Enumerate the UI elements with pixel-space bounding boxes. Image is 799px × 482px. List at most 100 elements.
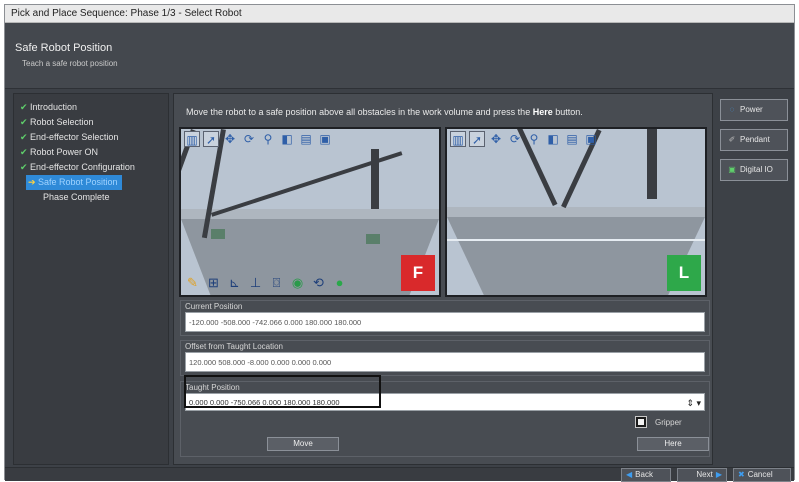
workspace-top [447,207,705,217]
digital-io-button[interactable]: ▣ Digital IO [720,159,788,181]
wizard-window: Pick and Place Sequence: Phase 1/3 - Sel… [4,4,795,482]
step-label: End-effector Selection [30,132,119,142]
check-icon: ✔ [20,102,28,112]
check-icon: ✔ [20,117,28,127]
robot-column [371,149,379,209]
pendant-icon: ✐ [728,135,736,144]
instruction-part: button. [552,107,583,117]
zoom-icon[interactable]: ⚲ [260,131,276,147]
offset-group: Offset from Taught Location 120.000 508.… [180,340,710,376]
step-end-effector-selection[interactable]: ✔ End-effector Selection [14,130,168,145]
gripper-part [366,234,380,244]
view-toolbar: ▥ ➚ ✥ ⟳ ⚲ ◧ ▤ ▣ [450,131,599,147]
check-icon: ✔ [20,132,28,142]
step-introduction[interactable]: ✔ Introduction [14,100,168,115]
back-button[interactable]: ◀ Back [621,468,671,482]
camera-icon[interactable]: ▣ [583,131,599,147]
digital-io-label: Digital IO [740,165,773,174]
pan-icon[interactable]: ✥ [488,131,504,147]
pan-icon[interactable]: ✥ [222,131,238,147]
current-position-field: -120.000 -508.000 -742.066 0.000 180.000… [185,312,705,332]
pointer-icon[interactable]: ➚ [203,131,219,147]
reference-line [447,239,705,241]
page-subtitle: Teach a safe robot position [22,59,118,68]
sphere-icon[interactable]: ● [331,274,348,291]
taught-position-label: Taught Position [185,383,240,392]
reset-icon[interactable]: ⟲ [310,274,327,291]
page-title: Safe Robot Position [15,42,113,54]
instruction-text: Move the robot to a safe position above … [186,107,583,117]
here-button[interactable]: Here [637,437,709,451]
step-label: End-effector Configuration [30,162,135,172]
spinner-dropdown-icon[interactable]: ⇕ ▾ [686,394,701,412]
camera-icon[interactable]: ▣ [317,131,333,147]
power-icon: ◌ [729,105,735,114]
cancel-label: Cancel [747,470,773,479]
check-icon: ✔ [20,147,28,157]
check-icon: ✔ [20,162,28,172]
step-robot-selection[interactable]: ✔ Robot Selection [14,115,168,130]
cancel-icon: ✖ [738,470,745,479]
layout-icon[interactable]: ▥ [450,131,466,147]
grip-icon[interactable]: ◉ [289,274,306,291]
step-label: Robot Power ON [30,147,99,157]
scene-toolbar: ✎ ⊞ ⊾ ⊥ ⌼ ◉ ⟲ ● [184,274,348,291]
step-label: Phase Complete [43,192,110,202]
io-icon: ▣ [728,165,736,174]
gripper-label: Gripper [655,417,682,427]
step-label: Introduction [30,102,78,112]
offset-label: Offset from Taught Location [185,342,283,351]
power-label: Power [740,105,763,114]
side-toolbar: ◌ Power ✐ Pendant ▣ Digital IO [717,93,791,465]
pendant-button[interactable]: ✐ Pendant [720,129,788,151]
current-position-label: Current Position [185,302,243,311]
offset-field: 120.000 508.000 -8.000 0.000 0.000 0.000 [185,352,705,372]
back-label: Back [635,470,653,479]
window-title: Pick and Place Sequence: Phase 1/3 - Sel… [5,5,794,23]
clipboard-icon[interactable]: ▤ [298,131,314,147]
measure-icon[interactable]: ⊞ [205,274,222,291]
wizard-footer: ◀ Back Next ▶ ✖ Cancel [5,467,794,482]
pointer-icon[interactable]: ➚ [469,131,485,147]
view-left-badge: L [667,255,701,291]
view-toolbar: ▥ ➚ ✥ ⟳ ⚲ ◧ ▤ ▣ [184,131,333,147]
pendant-label: Pendant [740,135,770,144]
move-button[interactable]: Move [267,437,339,451]
rotate-icon[interactable]: ⟳ [507,131,523,147]
next-label: Next [696,470,713,479]
cancel-button[interactable]: ✖ Cancel [733,468,791,482]
step-label: Safe Robot Position [38,177,118,187]
instruction-part: Move the robot to a safe position above … [186,107,533,117]
taught-position-field[interactable]: 0.000 0.000 -750.066 0.000 180.000 180.0… [185,393,705,411]
cube-icon[interactable]: ◧ [279,131,295,147]
edit-icon[interactable]: ✎ [184,274,201,291]
gripper-toggle[interactable]: Gripper [635,416,682,428]
step-robot-power-on[interactable]: ✔ Robot Power ON [14,145,168,160]
clipboard-icon[interactable]: ▤ [564,131,580,147]
instruction-bold: Here [532,107,553,117]
taught-position-value: 0.000 0.000 -750.066 0.000 180.000 180.0… [189,398,340,407]
main-panel: Move the robot to a safe position above … [173,93,713,465]
cylinder-icon[interactable]: ⌼ [268,274,285,291]
gripper-checkbox[interactable] [635,416,647,428]
robot-column [647,129,657,199]
3d-view-front[interactable]: ▥ ➚ ✥ ⟳ ⚲ ◧ ▤ ▣ ✎ ⊞ ⊾ ⊥ ⌼ ◉ ⟲ ● F [179,127,441,297]
step-end-effector-configuration[interactable]: ✔ End-effector Configuration [14,160,168,175]
rotate-icon[interactable]: ⟳ [241,131,257,147]
step-list: ✔ Introduction ✔ Robot Selection ✔ End-effe… [13,93,169,465]
arrow-icon: ➔ [28,177,36,187]
step-safe-robot-position[interactable]: ➔ Safe Robot Position [26,175,122,190]
axis-icon[interactable]: ⊾ [226,274,243,291]
power-button[interactable]: ◌ Power [720,99,788,121]
layout-icon[interactable]: ▥ [184,131,200,147]
gripper-part [211,229,225,239]
step-label: Robot Selection [30,117,94,127]
step-phase-complete[interactable]: Phase Complete [14,190,168,205]
cube-icon[interactable]: ◧ [545,131,561,147]
3d-view-left[interactable]: ▥ ➚ ✥ ⟳ ⚲ ◧ ▤ ▣ L [445,127,707,297]
next-button[interactable]: Next ▶ [677,468,727,482]
view-front-badge: F [401,255,435,291]
page-header: Safe Robot Position Teach a safe robot p… [5,23,794,89]
zoom-icon[interactable]: ⚲ [526,131,542,147]
align-icon[interactable]: ⊥ [247,274,264,291]
